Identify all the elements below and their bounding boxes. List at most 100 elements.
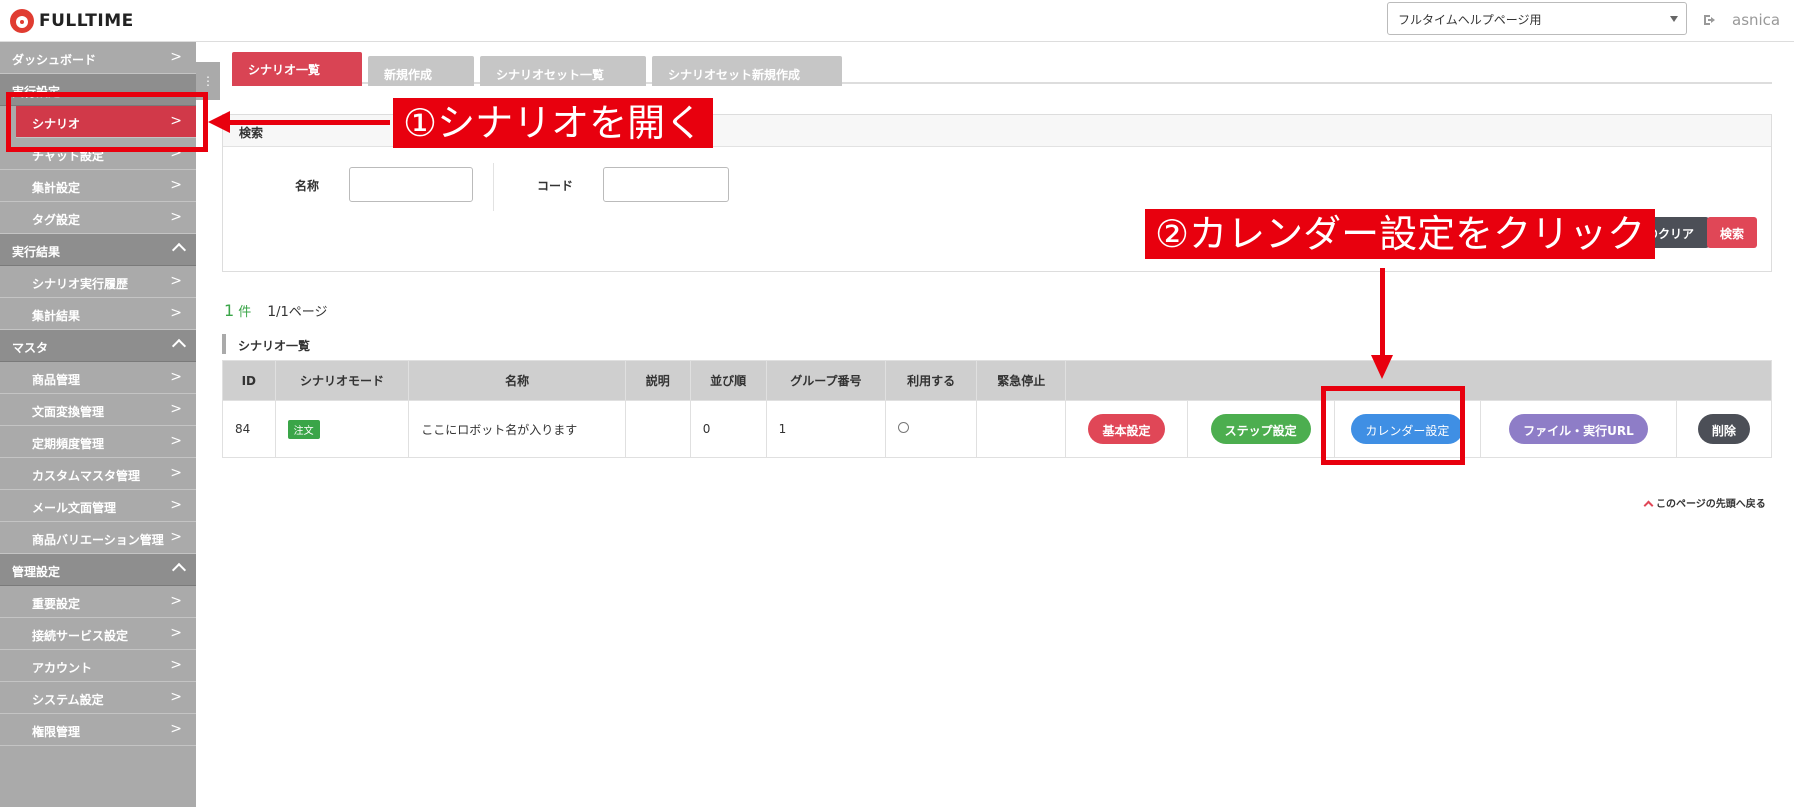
sidebar-item-label: メール文面管理 — [32, 501, 117, 515]
sidebar-item-aggregate-settings[interactable]: 集計設定 > — [0, 170, 196, 202]
logo-text: FULLTIME — [39, 11, 134, 31]
sidebar-item-label: システム設定 — [32, 693, 104, 707]
chevron-right-icon: > — [170, 177, 182, 193]
chevron-down-icon — [1670, 16, 1678, 22]
column-header-id: ID — [222, 360, 276, 401]
column-header-name: 名称 — [408, 360, 626, 401]
sidebar-section-label: マスタ — [12, 341, 49, 355]
chevron-right-icon: > — [170, 497, 182, 513]
cell-name: ここにロボット名が入ります — [408, 400, 626, 458]
cell-group: 1 — [765, 400, 887, 458]
sidebar-item-product-mgmt[interactable]: 商品管理 > — [0, 362, 196, 394]
search-button[interactable]: 検索 — [1707, 217, 1757, 248]
sidebar-item-label: 集計設定 — [32, 181, 81, 195]
sidebar-item-tag-settings[interactable]: タグ設定 > — [0, 202, 196, 234]
sidebar-item-label: 接続サービス設定 — [32, 629, 129, 643]
annotation-label-step2: ②カレンダー設定をクリック — [1145, 209, 1656, 259]
page-current: 1 — [267, 304, 277, 320]
more-vertical-icon: ⋮ — [202, 74, 214, 88]
column-header-mode: シナリオモード — [274, 360, 410, 401]
page-total: /1ページ — [276, 305, 328, 320]
tab-scenario-set-new[interactable]: シナリオセット新規作成 — [652, 56, 842, 86]
step-settings-button[interactable]: ステップ設定 — [1210, 414, 1311, 444]
radio-icon[interactable] — [898, 422, 910, 433]
chevron-right-icon: > — [170, 593, 182, 609]
chevron-right-icon: > — [170, 433, 182, 449]
sidebar-item-important-settings[interactable]: 重要設定 > — [0, 586, 196, 618]
tab-scenario-list[interactable]: シナリオ一覧 — [232, 52, 362, 86]
result-count: 1 件 1/1ページ — [224, 301, 328, 320]
sidebar-item-label: 文面変換管理 — [32, 405, 105, 419]
sidebar-item-scenario-history[interactable]: シナリオ実行履歴 > — [0, 266, 196, 298]
name-input[interactable] — [349, 167, 473, 202]
tab-scenario-set-list[interactable]: シナリオセット一覧 — [480, 56, 646, 86]
top-bar: FULLTIME フルタイムヘルプページ用 asnica — [0, 0, 1794, 42]
chevron-right-icon: > — [170, 49, 182, 65]
logo[interactable]: FULLTIME — [10, 9, 134, 33]
delete-button[interactable]: 削除 — [1697, 414, 1750, 444]
sidebar-section-admin[interactable]: 管理設定 — [0, 554, 196, 586]
sidebar-item-label: 商品バリエーション管理 — [32, 533, 164, 547]
username[interactable]: asnica — [1732, 11, 1780, 29]
tab-new[interactable]: 新規作成 — [368, 56, 474, 86]
cell-emergency — [976, 400, 1067, 458]
sidebar-item-label: 権限管理 — [32, 725, 81, 739]
sidebar-item-label: ダッシュボード — [12, 53, 97, 67]
site-select[interactable]: フルタイムヘルプページ用 — [1387, 2, 1687, 35]
chevron-right-icon: > — [170, 401, 182, 417]
chevron-right-icon: > — [170, 721, 182, 737]
annotation-box-calendar — [1321, 386, 1465, 465]
annotation-box-scenario — [6, 92, 208, 152]
sidebar-item-connection-service[interactable]: 接続サービス設定 > — [0, 618, 196, 650]
chevron-right-icon: > — [170, 689, 182, 705]
divider — [493, 163, 494, 211]
cell-basic: 基本設定 — [1065, 400, 1188, 458]
sidebar: ダッシュボード > 実行設定 シナリオ > チャット設定 > 集計設定 > タグ… — [0, 42, 196, 807]
sidebar-section-label: 実行結果 — [12, 245, 61, 259]
file-url-button[interactable]: ファイル・実行URL — [1509, 414, 1648, 444]
annotation-arrow-head — [1371, 355, 1393, 379]
code-input[interactable] — [603, 167, 729, 202]
sidebar-section-master[interactable]: マスタ — [0, 330, 196, 362]
sidebar-item-label: アカウント — [32, 661, 93, 675]
sidebar-item-dashboard[interactable]: ダッシュボード > — [0, 42, 196, 74]
logout-icon[interactable] — [1702, 12, 1718, 28]
sidebar-item-account[interactable]: アカウント > — [0, 650, 196, 682]
chevron-right-icon: > — [170, 625, 182, 641]
basic-settings-button[interactable]: 基本設定 — [1088, 414, 1165, 444]
scenario-table: ID シナリオモード 名称 説明 並び順 グループ番号 利用する 緊急停止 84… — [222, 360, 1773, 458]
result-count-unit: 件 — [238, 305, 252, 320]
chevron-right-icon: > — [170, 465, 182, 481]
sidebar-item-permission-mgmt[interactable]: 権限管理 > — [0, 714, 196, 746]
sidebar-item-mail-text[interactable]: メール文面管理 > — [0, 490, 196, 522]
sidebar-item-system-settings[interactable]: システム設定 > — [0, 682, 196, 714]
cell-id: 84 — [222, 400, 276, 458]
cell-description — [624, 400, 691, 458]
annotation-label-step1: ①シナリオを開く — [393, 98, 714, 148]
sidebar-item-aggregate-results[interactable]: 集計結果 > — [0, 298, 196, 330]
cell-mode: 注文 — [274, 400, 410, 458]
site-select-value: フルタイムヘルプページ用 — [1398, 13, 1542, 27]
name-label: 名称 — [295, 179, 320, 193]
sidebar-section-results[interactable]: 実行結果 — [0, 234, 196, 266]
chevron-up-icon — [171, 338, 187, 354]
chevron-right-icon: > — [170, 657, 182, 673]
sidebar-item-periodic-frequency[interactable]: 定期頻度管理 > — [0, 426, 196, 458]
column-header-use: 利用する — [885, 360, 978, 401]
sidebar-item-label: カスタムマスタ管理 — [32, 469, 141, 483]
chevron-up-icon — [171, 562, 187, 578]
chevron-right-icon: > — [170, 273, 182, 289]
sidebar-item-custom-master[interactable]: カスタムマスタ管理 > — [0, 458, 196, 490]
sidebar-item-label: 商品管理 — [32, 373, 81, 387]
cell-delete: 削除 — [1675, 400, 1773, 458]
annotation-arrow-head — [208, 111, 230, 133]
sidebar-item-product-variation[interactable]: 商品バリエーション管理 > — [0, 522, 196, 554]
chevron-right-icon: > — [170, 209, 182, 225]
sidebar-item-text-conversion[interactable]: 文面変換管理 > — [0, 394, 196, 426]
column-header-emergency: 緊急停止 — [976, 360, 1067, 401]
sidebar-item-label: 集計結果 — [32, 309, 81, 323]
chevron-right-icon: > — [170, 369, 182, 385]
sidebar-item-label: 定期頻度管理 — [32, 437, 105, 451]
sidebar-section-label: 管理設定 — [12, 565, 61, 579]
back-to-top-link[interactable]: このページの先頭へ戻る — [1643, 495, 1766, 511]
